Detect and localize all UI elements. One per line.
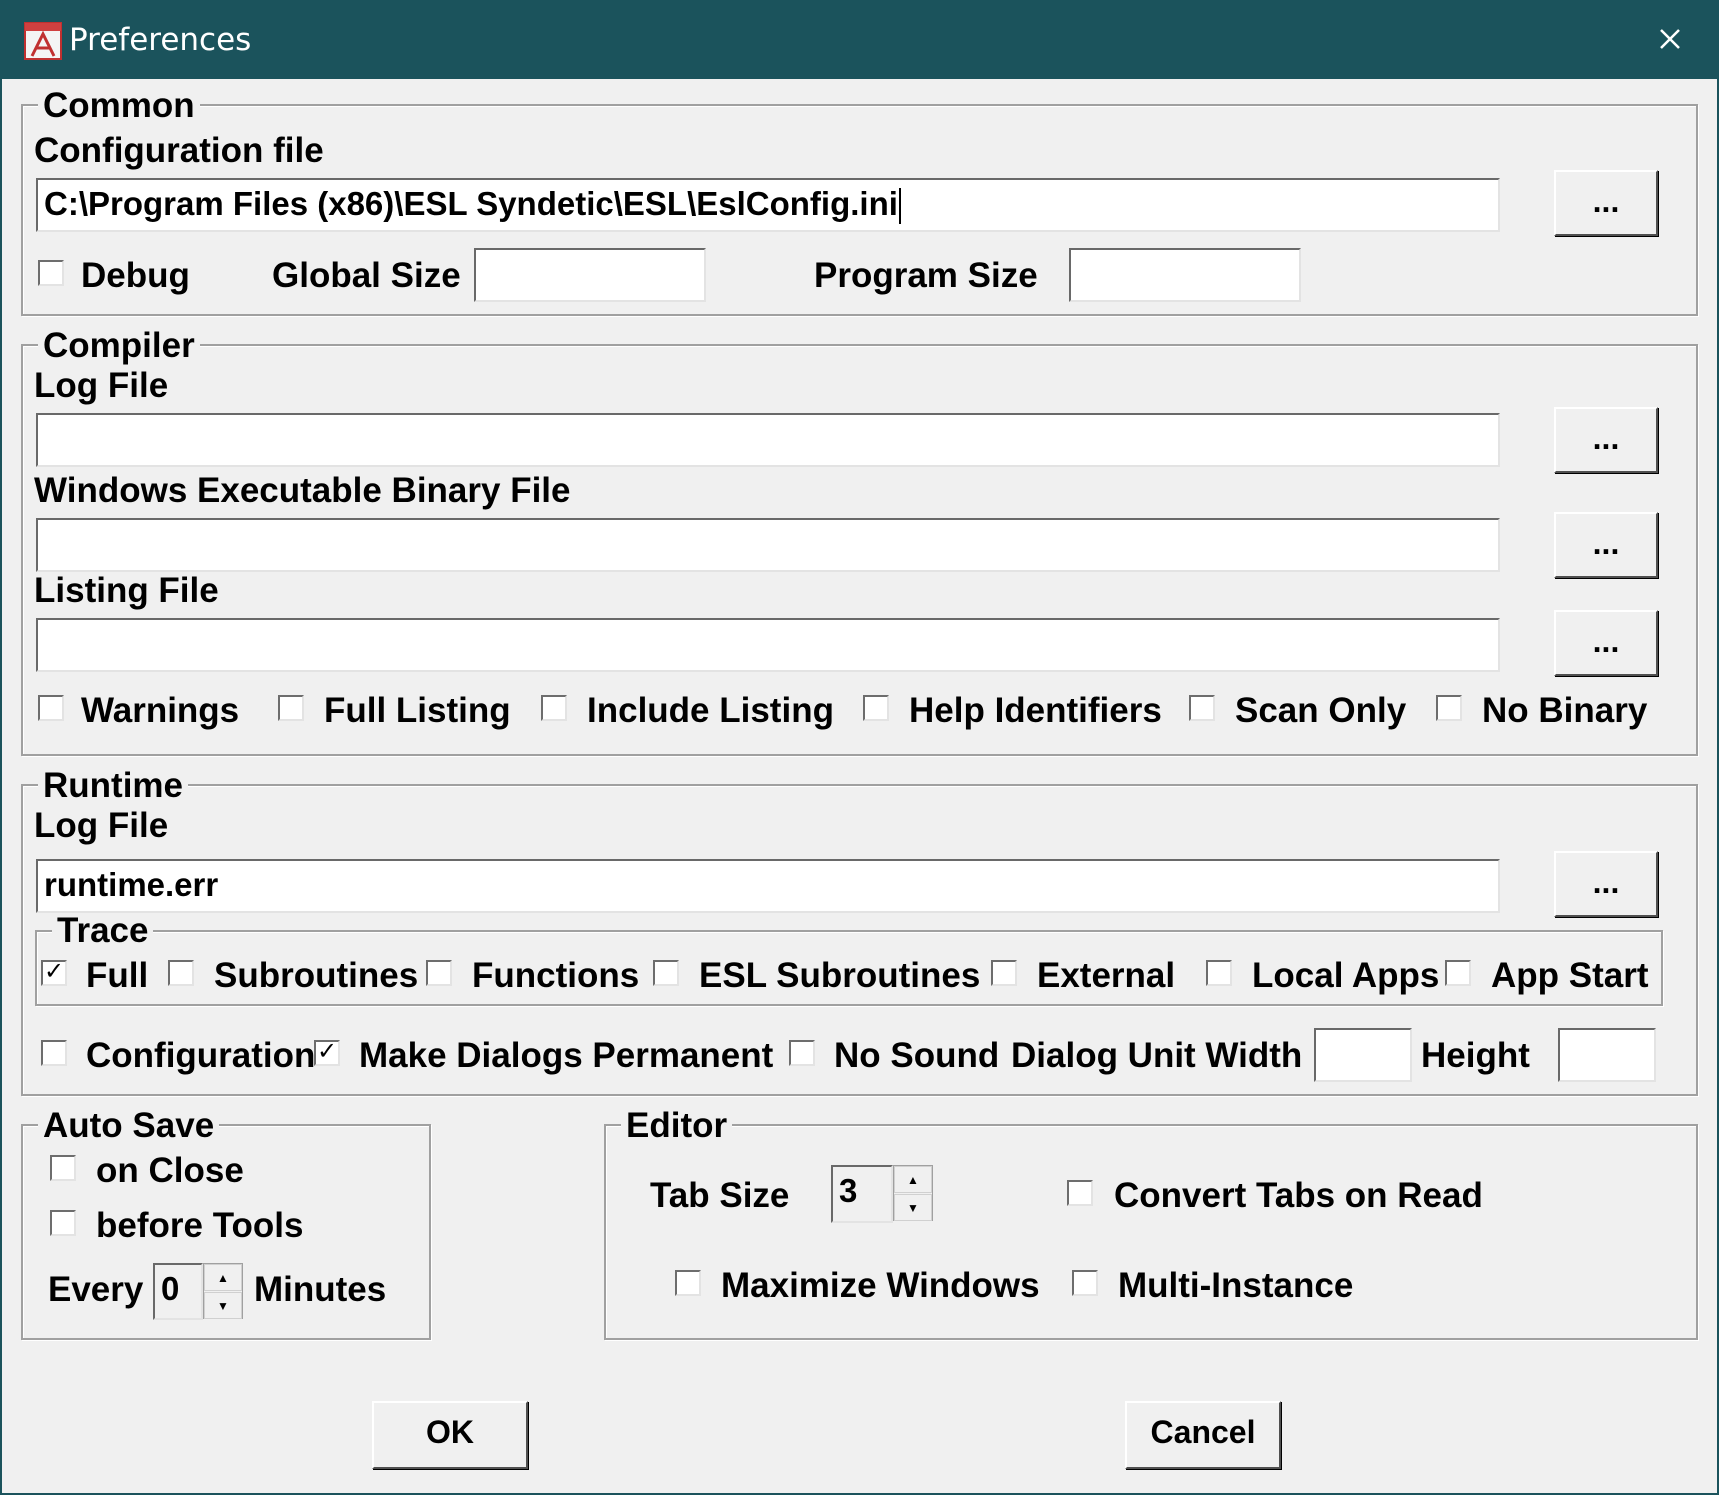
config-file-input[interactable]: C:\Program Files (x86)\ESL Syndetic\ESL\… bbox=[36, 178, 1500, 232]
help-identifiers-label: Help Identifiers bbox=[909, 691, 1162, 730]
trace-local-apps-checkbox[interactable] bbox=[1206, 960, 1232, 986]
program-size-label: Program Size bbox=[814, 256, 1038, 295]
no-sound-checkbox[interactable] bbox=[789, 1040, 815, 1066]
trace-subroutines-checkbox[interactable] bbox=[168, 960, 194, 986]
runtime-legend: Runtime bbox=[38, 768, 188, 804]
config-browse-button[interactable]: ... bbox=[1554, 170, 1658, 236]
runtime-log-label: Log File bbox=[34, 806, 169, 845]
exe-file-label: Windows Executable Binary File bbox=[34, 471, 571, 510]
app-icon bbox=[24, 22, 62, 60]
editor-group bbox=[604, 1124, 1698, 1340]
window-title: Preferences bbox=[69, 22, 252, 58]
before-tools-checkbox[interactable] bbox=[50, 1210, 76, 1236]
runtime-log-input[interactable]: runtime.err bbox=[36, 859, 1500, 913]
listing-file-input[interactable] bbox=[36, 618, 1500, 672]
cancel-button[interactable]: Cancel bbox=[1125, 1401, 1281, 1469]
maximize-windows-label: Maximize Windows bbox=[721, 1266, 1040, 1305]
include-listing-checkbox[interactable] bbox=[541, 695, 567, 721]
no-binary-checkbox[interactable] bbox=[1436, 695, 1462, 721]
program-size-input[interactable] bbox=[1069, 248, 1301, 302]
trace-functions-label: Functions bbox=[472, 956, 640, 995]
make-dialogs-permanent-checkbox[interactable]: ✓ bbox=[314, 1040, 340, 1066]
spin-down-icon[interactable]: ▼ bbox=[204, 1292, 242, 1319]
height-label: Height bbox=[1421, 1036, 1530, 1075]
trace-app-start-label: App Start bbox=[1491, 956, 1649, 995]
minutes-label: Minutes bbox=[254, 1270, 387, 1309]
config-file-value: C:\Program Files (x86)\ESL Syndetic\ESL\… bbox=[44, 185, 898, 222]
tab-size-input[interactable]: 3 bbox=[831, 1165, 893, 1223]
configuration-checkbox[interactable] bbox=[41, 1040, 67, 1066]
trace-esl-subroutines-label: ESL Subroutines bbox=[699, 956, 981, 995]
configuration-label: Configuration bbox=[86, 1036, 316, 1075]
multi-instance-label: Multi-Instance bbox=[1118, 1266, 1354, 1305]
include-listing-label: Include Listing bbox=[587, 691, 834, 730]
multi-instance-checkbox[interactable] bbox=[1072, 1270, 1098, 1296]
ok-button[interactable]: OK bbox=[372, 1401, 528, 1469]
trace-functions-checkbox[interactable] bbox=[426, 960, 452, 986]
checkmark-icon: ✓ bbox=[316, 1038, 338, 1065]
no-binary-label: No Binary bbox=[1482, 691, 1648, 730]
dialog-unit-width-input[interactable] bbox=[1314, 1028, 1412, 1082]
make-dialogs-permanent-label: Make Dialogs Permanent bbox=[359, 1036, 774, 1075]
listing-file-label: Listing File bbox=[34, 571, 219, 610]
debug-checkbox[interactable] bbox=[38, 260, 64, 286]
warnings-checkbox[interactable] bbox=[38, 695, 64, 721]
title-bar[interactable]: Preferences bbox=[2, 2, 1717, 79]
scan-only-checkbox[interactable] bbox=[1189, 695, 1215, 721]
on-close-checkbox[interactable] bbox=[50, 1155, 76, 1181]
trace-subroutines-label: Subroutines bbox=[214, 956, 419, 995]
exe-browse-button[interactable]: ... bbox=[1554, 512, 1658, 578]
every-label: Every bbox=[48, 1270, 144, 1309]
close-icon[interactable] bbox=[1648, 20, 1692, 60]
maximize-windows-checkbox[interactable] bbox=[675, 1270, 701, 1296]
auto-save-legend: Auto Save bbox=[38, 1108, 220, 1144]
global-size-label: Global Size bbox=[272, 256, 461, 295]
text-caret bbox=[898, 188, 901, 225]
convert-tabs-label: Convert Tabs on Read bbox=[1114, 1176, 1483, 1215]
dialog-unit-width-label: Dialog Unit Width bbox=[1011, 1036, 1303, 1075]
listing-browse-button[interactable]: ... bbox=[1554, 610, 1658, 676]
before-tools-label: before Tools bbox=[96, 1206, 304, 1245]
spin-up-icon[interactable]: ▲ bbox=[894, 1166, 932, 1193]
common-legend: Common bbox=[38, 88, 200, 124]
exe-file-input[interactable] bbox=[36, 518, 1500, 572]
trace-local-apps-label: Local Apps bbox=[1252, 956, 1440, 995]
tab-size-label: Tab Size bbox=[650, 1176, 790, 1215]
trace-external-checkbox[interactable] bbox=[991, 960, 1017, 986]
trace-external-label: External bbox=[1037, 956, 1176, 995]
warnings-label: Warnings bbox=[81, 691, 240, 730]
trace-app-start-checkbox[interactable] bbox=[1445, 960, 1471, 986]
full-listing-checkbox[interactable] bbox=[278, 695, 304, 721]
height-input[interactable] bbox=[1558, 1028, 1656, 1082]
debug-label: Debug bbox=[81, 256, 190, 295]
config-file-label: Configuration file bbox=[34, 131, 324, 170]
spin-down-icon[interactable]: ▼ bbox=[894, 1194, 932, 1221]
every-minutes-input[interactable]: 0 bbox=[153, 1263, 203, 1320]
trace-full-label: Full bbox=[86, 956, 149, 995]
compiler-log-browse-button[interactable]: ... bbox=[1554, 407, 1658, 473]
preferences-dialog: Preferences Common Configuration file C:… bbox=[0, 0, 1719, 1495]
compiler-log-input[interactable] bbox=[36, 413, 1500, 467]
trace-legend: Trace bbox=[52, 913, 154, 949]
on-close-label: on Close bbox=[96, 1151, 244, 1190]
spin-up-icon[interactable]: ▲ bbox=[204, 1264, 242, 1291]
convert-tabs-checkbox[interactable] bbox=[1067, 1180, 1093, 1206]
help-identifiers-checkbox[interactable] bbox=[863, 695, 889, 721]
full-listing-label: Full Listing bbox=[324, 691, 511, 730]
checkmark-icon: ✓ bbox=[43, 958, 65, 985]
editor-legend: Editor bbox=[621, 1108, 733, 1144]
trace-esl-subroutines-checkbox[interactable] bbox=[653, 960, 679, 986]
scan-only-label: Scan Only bbox=[1235, 691, 1407, 730]
every-minutes-spinner[interactable]: ▲ ▼ bbox=[203, 1263, 243, 1319]
compiler-legend: Compiler bbox=[38, 328, 200, 364]
no-sound-label: No Sound bbox=[834, 1036, 1000, 1075]
compiler-log-label: Log File bbox=[34, 366, 169, 405]
tab-size-spinner[interactable]: ▲ ▼ bbox=[893, 1165, 933, 1221]
runtime-log-browse-button[interactable]: ... bbox=[1554, 851, 1658, 917]
trace-full-checkbox[interactable]: ✓ bbox=[41, 960, 67, 986]
global-size-input[interactable] bbox=[474, 248, 706, 302]
